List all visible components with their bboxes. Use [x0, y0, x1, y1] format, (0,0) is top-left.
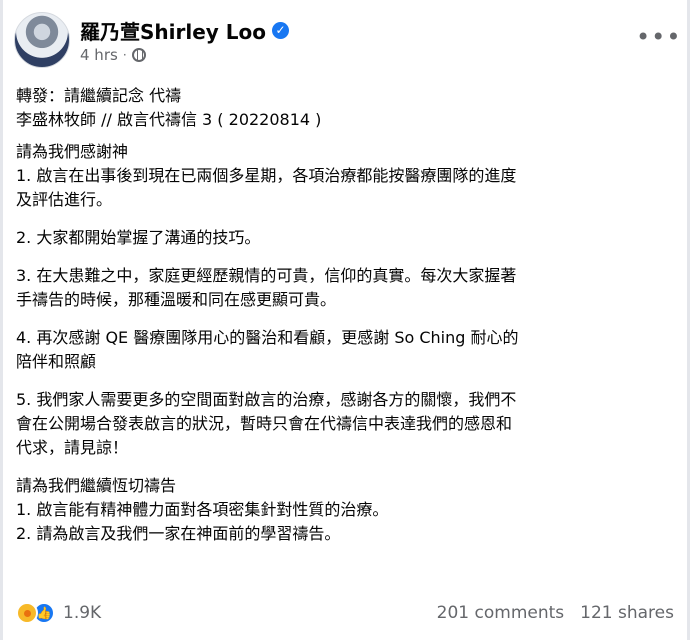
post-line-9: 4. 再次感謝 QE 醫療團隊用心的醫治和看顧，更感謝 So Ching 耐心的: [16, 328, 519, 347]
avatar[interactable]: [14, 12, 70, 68]
separator-dot: ·: [122, 48, 127, 62]
post-line-5: 及評估進行。: [16, 190, 113, 209]
post-line-14: 請為我們繼續恆切禱告: [16, 476, 177, 495]
post-line-1: 轉發：請繼續記念 代禱: [16, 86, 182, 105]
post-line-11: 5. 我們家人需要更多的空間面對啟言的治療，感謝各方的關懷，我們不: [16, 390, 517, 409]
post-line-15: 1. 啟言能有精神體力面對各項密集針對性質的治療。: [16, 500, 389, 519]
left-border: [0, 0, 3, 640]
author-row: 羅乃萱Shirley Loo ✓: [80, 16, 290, 45]
post-line-6: 2. 大家都開始掌握了溝通的技巧。: [16, 228, 261, 247]
care-reaction-icon: [16, 602, 38, 624]
globe-icon: [131, 48, 146, 62]
post-line-13: 代求，請見諒！: [16, 438, 129, 457]
facebook-post-card: 羅乃萱Shirley Loo ✓ 4 hrs · ••• 轉發：請繼續記念 代禱…: [0, 0, 690, 640]
engagement-stats: 201 comments 121 shares: [437, 603, 674, 623]
more-icon: •••: [636, 23, 682, 51]
post-header: 羅乃萱Shirley Loo ✓ 4 hrs · •••: [14, 10, 680, 70]
post-line-8: 手禱告的時候，那種溫暖和同在感更顯可貴。: [16, 290, 337, 309]
post-meta: 4 hrs ·: [80, 46, 146, 64]
reaction-summary[interactable]: 👍 1.9K: [16, 602, 101, 624]
post-line-7: 3. 在大患難之中，家庭更經歷親情的可貴，信仰的真實。每次大家握著: [16, 266, 517, 285]
post-line-2: 李盛林牧師 // 啟言代禱信 3 ( 20220814 ): [16, 110, 322, 129]
verified-icon: ✓: [272, 22, 290, 39]
post-time[interactable]: 4 hrs: [80, 46, 118, 64]
comments-count[interactable]: 201 comments: [437, 603, 564, 623]
post-content: 轉發：請繼續記念 代禱 李盛林牧師 // 啟言代禱信 3 ( 20220814 …: [16, 84, 662, 546]
reaction-count[interactable]: 1.9K: [63, 603, 101, 623]
shares-count[interactable]: 121 shares: [580, 603, 674, 623]
post-line-3: 請為我們感謝神: [16, 142, 129, 161]
post-line-10: 陪伴和照顧: [16, 352, 97, 371]
post-line-12: 會在公開場合發表啟言的狀況，暫時只會在代禱信中表達我們的感恩和: [16, 414, 513, 433]
post-footer: 👍 1.9K 201 comments 121 shares: [16, 594, 674, 632]
post-line-4: 1. 啟言在出事後到現在已兩個多星期，各項治療都能按醫療團隊的進度: [16, 166, 517, 185]
post-line-16: 2. 請為啟言及我們一家在神面前的學習禱告。: [16, 524, 341, 543]
more-options-button[interactable]: •••: [636, 25, 680, 54]
author-name[interactable]: 羅乃萱Shirley Loo: [80, 16, 266, 45]
